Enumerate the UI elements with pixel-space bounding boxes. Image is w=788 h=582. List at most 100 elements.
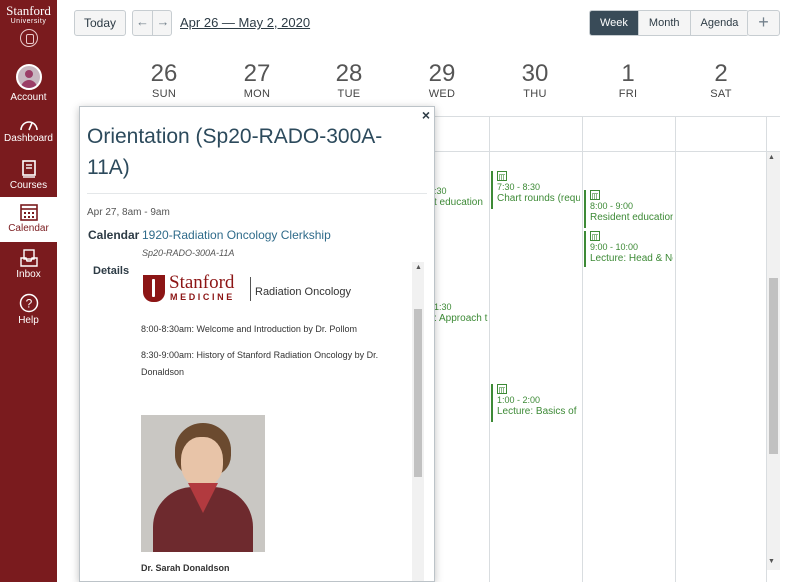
calendar-icon [19,204,38,221]
add-event-button[interactable]: + [747,10,780,36]
nav-label-courses: Courses [9,180,48,191]
photo-caption: Dr. Sarah Donaldson [141,563,230,573]
today-button[interactable]: Today [74,10,126,36]
grid-column-line [675,116,676,582]
day-header-thu[interactable]: 30 THU [489,60,581,100]
nav-label-account: Account [10,92,47,103]
scroll-down-arrow[interactable]: ▼ [768,558,775,565]
date-range-link[interactable]: Apr 26 — May 2, 2020 [180,15,310,30]
prev-week-button[interactable]: ← [133,11,153,35]
stanford-medicine-logo: Stanford MEDICINE Radiation Oncology [143,272,358,304]
schedule-line: 8:30-9:00am: History of Stanford Radiati… [141,350,379,377]
calendar-code: Sp20-RADO-300A-11A [142,248,235,258]
event-time: 1:30 [434,302,452,312]
calendar-event[interactable]: 1:30 : Approach t [434,302,488,324]
day-name: WED [428,88,456,100]
nav-label-calendar: Calendar [8,223,49,234]
dashboard-icon [19,121,38,131]
svg-text:?: ? [25,297,32,311]
calendar-event[interactable]: 9:00 - 10:00 Lecture: Head & Ne [584,231,673,267]
event-calendar-icon [497,171,507,181]
event-time: :30 [434,186,447,196]
event-calendar-icon [590,231,600,241]
day-number: 2 [714,60,728,87]
next-week-button[interactable]: → [153,11,173,35]
global-nav: Stanford University Account Dashboard Co… [0,0,57,582]
event-calendar-icon [590,190,600,200]
logo-stanford: Stanford [169,272,235,293]
day-name: SAT [710,88,732,100]
schedule-line: 8:00-8:30am: Welcome and Introduction by… [141,324,357,334]
day-name: THU [523,88,547,100]
nav-label-inbox: Inbox [16,269,41,280]
view-switcher: Week Month Agenda [589,10,750,36]
calendar-link[interactable]: 1920-Radiation Oncology Clerkship [142,228,331,242]
week-nav-arrows: ← → [132,10,172,36]
day-name: TUE [337,88,361,100]
event-title: Lecture: Head & Ne [590,253,673,264]
event-title: Chart rounds (requi [497,193,580,204]
day-number: 28 [335,60,363,87]
event-time: 1:00 - 2:00 [497,395,541,405]
nav-label-dashboard: Dashboard [4,133,53,144]
event-title: Resident education [590,212,673,223]
view-month-button[interactable]: Month [637,11,690,35]
avatar [15,64,42,90]
day-number: 30 [521,60,549,87]
day-header-sun[interactable]: 26 SUN [118,60,210,100]
day-header-tue[interactable]: 28 TUE [303,60,395,100]
day-header-wed[interactable]: 29 WED [396,60,488,100]
nav-item-calendar[interactable]: Calendar [0,197,57,242]
event-title: Lecture: Basics of Pr [497,406,580,417]
nav-item-account[interactable]: Account [0,64,57,103]
courses-icon [21,160,36,178]
day-number: 29 [428,60,456,87]
event-title: t education [434,197,483,208]
event-time: 8:00 - 9:00 [590,201,634,211]
calendar-event[interactable]: 1:00 - 2:00 Lecture: Basics of Pr [491,384,580,422]
inbox-icon [19,249,38,267]
logo-wordmark: Stanford [6,3,51,18]
calendar-scroll-thumb[interactable] [769,278,778,454]
grid-column-line [489,116,490,582]
calendar-event[interactable]: :30 t education [434,186,488,208]
day-header-sat[interactable]: 2 SAT [675,60,767,100]
nav-item-help[interactable]: ? Help [0,293,57,326]
calendar-event[interactable]: 7:30 - 8:30 Chart rounds (requi [491,171,580,209]
day-header-mon[interactable]: 27 MON [211,60,303,100]
details-scroll-up-arrow[interactable]: ▲ [415,264,422,271]
divider [87,193,427,194]
logo-divider [250,277,251,301]
shield-icon [143,275,165,302]
day-number: 27 [243,60,271,87]
calendar-event[interactable]: 8:00 - 9:00 Resident education [584,190,673,228]
event-title: : Approach t [434,313,488,324]
stanford-logo[interactable]: Stanford University [0,4,57,47]
view-week-button[interactable]: Week [590,11,638,35]
event-time: 7:30 - 8:30 [497,182,541,192]
event-date: Apr 27, 8am - 9am [87,207,170,218]
scroll-up-arrow[interactable]: ▲ [768,154,775,161]
day-name: SUN [151,88,177,100]
event-calendar-icon [497,384,507,394]
calendar-label: Calendar [88,228,140,242]
event-title-link[interactable]: Orientation (Sp20-RADO-300A-11A) [87,121,407,183]
view-agenda-button[interactable]: Agenda [689,11,749,35]
portrait-photo [141,415,265,552]
day-name: MON [243,88,271,100]
logo-subtitle: University [10,18,47,25]
details-scroll-thumb[interactable] [414,309,422,477]
day-header-fri[interactable]: 1 FRI [582,60,674,100]
nav-item-inbox[interactable]: Inbox [0,249,57,280]
help-icon: ? [19,293,38,313]
day-number: 26 [150,60,178,87]
nav-item-dashboard[interactable]: Dashboard [0,117,57,144]
day-name: FRI [618,88,638,100]
logo-department: Radiation Oncology [255,286,352,298]
nav-label-help: Help [18,315,39,326]
close-icon[interactable]: × [422,107,430,123]
nav-item-courses[interactable]: Courses [0,160,57,191]
details-label: Details [93,265,130,277]
event-time: 9:00 - 10:00 [590,242,639,252]
day-number: 1 [621,60,635,87]
